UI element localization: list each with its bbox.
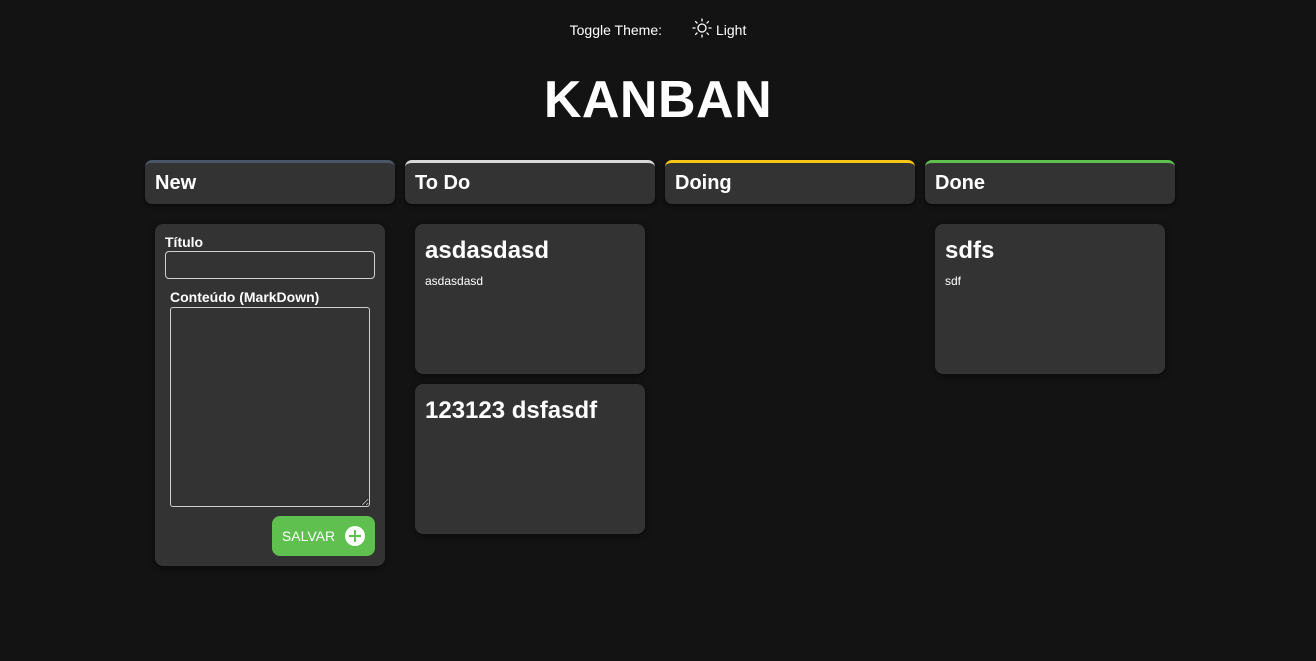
task-card[interactable]: 123123 dsfasdf <box>415 384 645 534</box>
task-card[interactable]: asdasdasd asdasdasd <box>415 224 645 374</box>
column-todo: To Do asdasdasd asdasdasd 123123 dsfasdf <box>405 160 655 544</box>
title-input[interactable] <box>165 251 375 279</box>
column-body-new: Título Conteúdo (MarkDown) SALVAR <box>145 204 395 566</box>
sun-icon <box>692 18 712 41</box>
card-title: asdasdasd <box>425 237 550 264</box>
column-title: Done <box>935 172 985 194</box>
card-content: asdasdasd <box>425 274 484 288</box>
column-title: Doing <box>675 172 732 194</box>
toggle-theme-label: Toggle Theme: <box>569 21 662 38</box>
new-card-form: Título Conteúdo (MarkDown) SALVAR <box>155 224 385 566</box>
column-header-done: Done <box>925 160 1175 204</box>
card-title: sdfs <box>945 237 995 264</box>
column-header-new: New <box>145 160 395 204</box>
save-button-label: SALVAR <box>281 528 336 544</box>
column-title: New <box>155 172 197 194</box>
plus-circle-icon <box>345 526 366 546</box>
kanban-board: New Título Conteúdo (MarkDown) SALVAR To… <box>145 160 1175 590</box>
content-textarea[interactable] <box>170 307 370 507</box>
card-title: 123123 dsfasdf <box>425 397 598 424</box>
theme-toggle-button[interactable]: Light <box>692 18 746 41</box>
column-title: To Do <box>415 172 471 194</box>
task-card[interactable]: sdfs sdf <box>935 224 1165 374</box>
save-button[interactable]: SALVAR <box>272 516 375 556</box>
column-new: New Título Conteúdo (MarkDown) SALVAR <box>145 160 395 566</box>
column-body-doing <box>665 204 915 224</box>
card-content: sdf <box>945 274 962 288</box>
theme-mode-label: Light <box>716 21 747 38</box>
column-body-todo: asdasdasd asdasdasd 123123 dsfasdf <box>405 204 655 534</box>
content-label: Conteúdo (MarkDown) <box>170 289 320 305</box>
column-header-doing: Doing <box>665 160 915 204</box>
title-label: Título <box>165 234 204 250</box>
column-done: Done sdfs sdf <box>925 160 1175 384</box>
column-doing: Doing <box>665 160 915 224</box>
page-title: KANBAN <box>543 71 773 129</box>
column-header-todo: To Do <box>405 160 655 204</box>
theme-bar: Toggle Theme: Light <box>0 18 1316 41</box>
column-body-done: sdfs sdf <box>925 204 1175 374</box>
